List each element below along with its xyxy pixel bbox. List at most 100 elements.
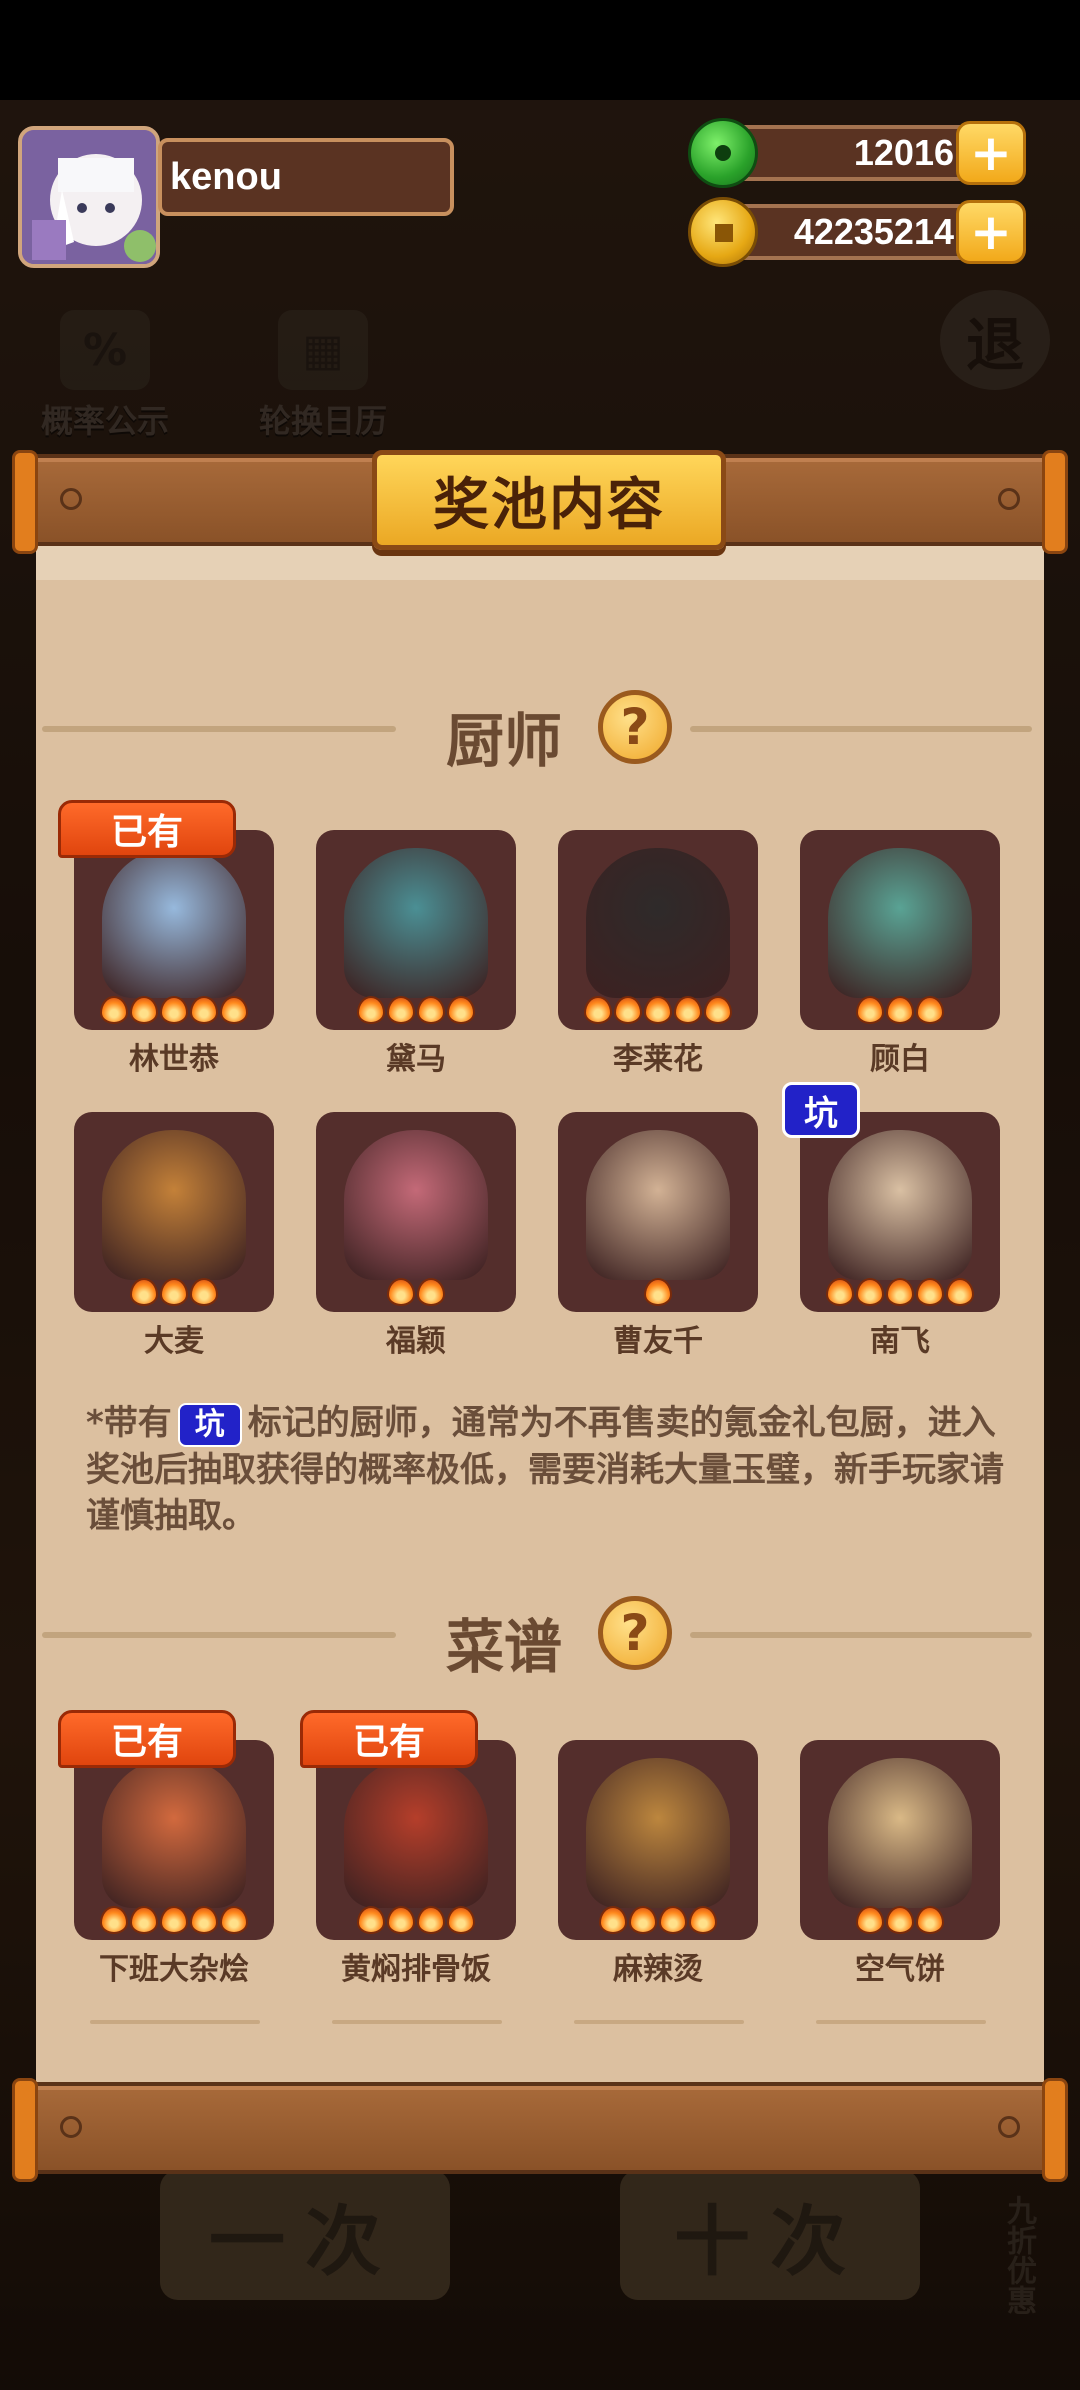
rarity-flames	[74, 1278, 274, 1306]
recipe-section-title: 菜谱	[446, 1613, 563, 1681]
dish-image	[102, 1758, 246, 1908]
recipe-card-frame	[558, 1740, 758, 1940]
chef-card[interactable]: 曹友千	[558, 1112, 758, 1359]
pit-note: *带有坑标记的厨师，通常为不再售卖的氪金礼包厨，进入奖池后抽取获得的概率极低，需…	[86, 1400, 1006, 1539]
recipe-card[interactable]: 空气饼	[800, 1740, 1000, 1987]
flame-icon	[644, 996, 672, 1024]
chef-portrait	[586, 1130, 730, 1280]
recipe-card-frame	[800, 1740, 1000, 1940]
rarity-flames	[74, 996, 274, 1024]
chef-name: 李莱花	[613, 1042, 703, 1077]
flame-icon	[387, 1278, 415, 1306]
chef-portrait	[344, 848, 488, 998]
flame-icon	[190, 1906, 218, 1934]
dish-image	[586, 1758, 730, 1908]
pit-badge: 坑	[782, 1082, 860, 1138]
recipe-name: 下班大杂烩	[99, 1952, 249, 1987]
recipe-card[interactable]: 已有 下班大杂烩	[58, 1710, 274, 1987]
owned-badge: 已有	[300, 1710, 478, 1768]
chef-portrait	[828, 1130, 972, 1280]
recipe-name: 空气饼	[855, 1952, 945, 1987]
flame-icon	[886, 1278, 914, 1306]
flame-icon	[629, 1906, 657, 1934]
flame-icon	[100, 996, 128, 1024]
owned-badge: 已有	[58, 800, 236, 858]
chef-section-header: 厨师 ?	[36, 688, 1044, 775]
recipe-section-header: 菜谱 ?	[36, 1594, 1044, 1681]
chef-card-frame	[316, 1112, 516, 1312]
chef-card[interactable]: 福颖	[316, 1112, 516, 1359]
chef-card[interactable]: 黛马	[316, 830, 516, 1077]
chef-card[interactable]: 已有林世恭	[58, 800, 274, 1077]
rarity-flames	[800, 1278, 1000, 1306]
rivet-right	[998, 2116, 1020, 2138]
rivet-right	[998, 488, 1020, 510]
note-pit-badge: 坑	[177, 1402, 242, 1447]
chef-card-frame	[800, 830, 1000, 1030]
panel-bottom-scroll	[12, 2078, 1068, 2182]
flame-icon	[856, 1906, 884, 1934]
divider-left	[42, 726, 396, 732]
chef-name: 黛马	[386, 1042, 446, 1077]
chef-card-frame	[316, 830, 516, 1030]
recipe-card[interactable]: 已有 黄焖排骨饭	[300, 1710, 516, 1987]
chef-card-frame	[74, 830, 274, 1030]
flame-icon	[946, 1278, 974, 1306]
scroll-cap-left	[12, 2078, 38, 2182]
flame-icon	[130, 996, 158, 1024]
rarity-flames	[316, 1906, 516, 1934]
chef-card-frame	[558, 1112, 758, 1312]
chef-help-icon[interactable]: ?	[598, 690, 672, 764]
flame-icon	[357, 1906, 385, 1934]
recipe-name: 麻辣烫	[613, 1952, 703, 1987]
chef-name: 福颖	[386, 1324, 446, 1359]
rivet-left	[60, 488, 82, 510]
next-row-hint	[574, 2020, 744, 2024]
add-jade-button[interactable]: +	[956, 121, 1026, 185]
scroll-cap-right	[1042, 450, 1068, 554]
chef-name: 南飞	[870, 1324, 930, 1359]
chef-card-frame	[74, 1112, 274, 1312]
flame-icon	[916, 996, 944, 1024]
flame-icon	[689, 1906, 717, 1934]
note-prefix: *带有	[86, 1403, 172, 1443]
flame-icon	[856, 1278, 884, 1306]
next-row-hint	[816, 2020, 986, 2024]
recipe-card-frame	[74, 1740, 274, 1940]
chef-card[interactable]: 大麦	[74, 1112, 274, 1359]
rarity-flames	[800, 1906, 1000, 1934]
coin-icon	[688, 197, 758, 267]
player-avatar[interactable]	[18, 126, 160, 268]
chef-name: 大麦	[144, 1324, 204, 1359]
jade-icon	[688, 118, 758, 188]
flame-icon	[387, 996, 415, 1024]
divider-right	[690, 1632, 1032, 1638]
flame-icon	[856, 996, 884, 1024]
avatar-icon	[22, 130, 156, 264]
next-row-hint	[332, 2020, 502, 2024]
rarity-flames	[558, 1278, 758, 1306]
chef-portrait	[586, 848, 730, 998]
recipe-help-icon[interactable]: ?	[598, 1596, 672, 1670]
chef-name: 曹友千	[613, 1324, 703, 1359]
chef-name: 林世恭	[129, 1042, 219, 1077]
chef-card[interactable]: 顾白	[800, 830, 1000, 1077]
recipe-card-frame	[316, 1740, 516, 1940]
flame-icon	[130, 1906, 158, 1934]
flame-icon	[220, 996, 248, 1024]
flame-icon	[160, 1278, 188, 1306]
recipe-card[interactable]: 麻辣烫	[558, 1740, 758, 1987]
chef-card[interactable]: 坑南飞	[782, 1082, 1000, 1359]
chef-card[interactable]: 李莱花	[558, 830, 758, 1077]
add-coins-button[interactable]: +	[956, 200, 1026, 264]
rarity-flames	[316, 996, 516, 1024]
rarity-flames	[558, 996, 758, 1024]
next-row-hint	[90, 2020, 260, 2024]
flame-icon	[659, 1906, 687, 1934]
flame-icon	[674, 996, 702, 1024]
rivet-left	[60, 2116, 82, 2138]
dish-image	[828, 1758, 972, 1908]
flame-icon	[614, 996, 642, 1024]
flame-icon	[584, 996, 612, 1024]
chef-section-title: 厨师	[446, 707, 563, 775]
